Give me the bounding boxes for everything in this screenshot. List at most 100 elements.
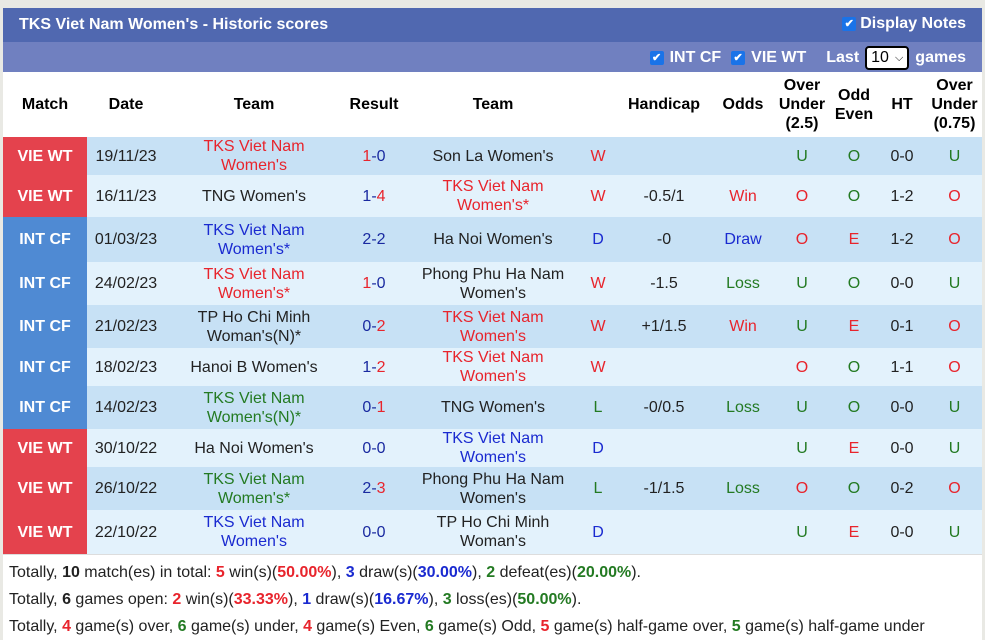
result-wdl: L (581, 467, 615, 510)
int-cf-checkbox[interactable]: ✔ (649, 51, 664, 65)
summary-line-ou: Totally, 4 game(s) over, 6 game(s) under… (9, 613, 982, 640)
text: Totally, (9, 591, 63, 608)
half-time-score: 0-0 (877, 137, 927, 175)
handicap (615, 510, 713, 554)
match-badge[interactable]: VIE WT (3, 175, 87, 217)
over-under-2-5: U (773, 386, 831, 429)
half-time-score: 0-1 (877, 305, 927, 348)
result-wdl: L (581, 386, 615, 429)
home-team[interactable]: TKS Viet Nam Women's (165, 510, 343, 554)
text: ). (631, 564, 641, 581)
home-team[interactable]: Ha Noi Women's (165, 429, 343, 467)
score-home: 2 (362, 480, 372, 497)
over-under-2-5: O (773, 348, 831, 386)
score-away: 0 (376, 439, 386, 457)
handicap (615, 137, 713, 175)
away-team[interactable]: TP Ho Chi Minh Woman's (405, 510, 581, 554)
oe-line1: Odd (838, 86, 870, 104)
result-wdl: W (581, 137, 615, 175)
result-score[interactable]: 0-0 (343, 510, 405, 554)
over-count: 4 (62, 618, 71, 635)
last-label: Last (826, 49, 860, 66)
odds-result: Loss (713, 262, 773, 305)
over-under-2-5: U (773, 429, 831, 467)
away-team[interactable]: Son La Women's (405, 137, 581, 175)
handicap (615, 348, 713, 386)
result-score[interactable]: 0-0 (343, 429, 405, 467)
home-team[interactable]: TKS Viet Nam Women's* (165, 262, 343, 305)
handicap: -0.5/1 (615, 175, 713, 217)
open-draws-count: 1 (302, 591, 312, 608)
odds-result (713, 137, 773, 175)
match-badge[interactable]: VIE WT (3, 137, 87, 175)
match-badge[interactable]: VIE WT (3, 429, 87, 467)
odds-result: Draw (713, 217, 773, 262)
match-badge[interactable]: INT CF (3, 305, 87, 348)
away-team[interactable]: TKS Viet Nam Women's (405, 429, 581, 467)
home-team[interactable]: Hanoi B Women's (165, 348, 343, 386)
result-score[interactable]: 1-0 (343, 262, 405, 305)
text: game(s) Odd, (433, 618, 541, 635)
score-away: 2 (376, 318, 386, 335)
half-time-score: 0-0 (877, 386, 927, 429)
home-team[interactable]: TP Ho Chi Minh Woman's(N)* (165, 305, 343, 348)
odd-even: O (831, 348, 877, 386)
open-draws-pct: 16.67% (374, 591, 429, 608)
match-badge[interactable]: VIE WT (3, 510, 87, 554)
away-team[interactable]: Phong Phu Ha Nam Women's (405, 262, 581, 305)
text: draw(s)( (311, 591, 375, 608)
result-wdl: W (581, 175, 615, 217)
away-team[interactable]: Phong Phu Ha Nam Women's (405, 467, 581, 510)
score-away: 2 (376, 231, 386, 248)
score-away: 0 (376, 147, 386, 165)
ou2-line1: Over (936, 77, 973, 94)
chevron-down-icon: ⌵ (894, 52, 904, 64)
away-team[interactable]: TKS Viet Nam Women's (405, 348, 581, 386)
away-team[interactable]: TNG Women's (405, 386, 581, 429)
away-team[interactable]: TKS Viet Nam Women's (405, 305, 581, 348)
scores-table: Match Date Team Result Team Handicap Odd… (3, 72, 982, 554)
score-away: 4 (376, 187, 386, 205)
away-team[interactable]: Ha Noi Women's (405, 217, 581, 262)
result-score[interactable]: 0-1 (343, 386, 405, 429)
text: games open: (70, 591, 173, 608)
match-date: 24/02/23 (87, 262, 165, 305)
last-games-select[interactable]: 10 ⌵ (865, 46, 910, 70)
panel-title: TKS Viet Nam Women's - Historic scores (19, 16, 329, 33)
half-time-score: 0-0 (877, 510, 927, 554)
away-team[interactable]: TKS Viet Nam Women's* (405, 175, 581, 217)
odd-count: 6 (424, 618, 434, 635)
odd-even: O (831, 175, 877, 217)
half-game-over-count: 5 (540, 618, 550, 635)
result-score[interactable]: 2-3 (343, 467, 405, 510)
col-team-home: Team (165, 72, 343, 137)
match-badge[interactable]: INT CF (3, 386, 87, 429)
home-team[interactable]: TKS Viet Nam Women's* (165, 217, 343, 262)
odds-result: Loss (713, 467, 773, 510)
odds-result: Win (713, 305, 773, 348)
match-badge[interactable]: VIE WT (3, 467, 87, 510)
result-score[interactable]: 1-2 (343, 348, 405, 386)
games-open-count: 6 (62, 591, 71, 608)
open-wins-pct: 33.33% (233, 591, 288, 608)
home-team[interactable]: TKS Viet Nam Women's* (165, 467, 343, 510)
match-badge[interactable]: INT CF (3, 348, 87, 386)
result-score[interactable]: 1-0 (343, 137, 405, 175)
oe-line2: Even (834, 105, 874, 123)
home-team[interactable]: TKS Viet Nam Women's (165, 137, 343, 175)
vie-wt-checkbox[interactable]: ✔ (731, 51, 746, 65)
home-team[interactable]: TNG Women's (165, 175, 343, 217)
display-notes-toggle[interactable]: ✔ Display Notes (842, 15, 966, 33)
display-notes-checkbox[interactable]: ✔ (842, 17, 857, 31)
odd-even: E (831, 510, 877, 554)
home-team[interactable]: TKS Viet Nam Women's(N)* (165, 386, 343, 429)
result-score[interactable]: 0-2 (343, 305, 405, 348)
col-handicap: Handicap (615, 72, 713, 137)
match-date: 18/02/23 (87, 348, 165, 386)
result-score[interactable]: 1-4 (343, 175, 405, 217)
text: game(s) over, (70, 618, 178, 635)
match-badge[interactable]: INT CF (3, 217, 87, 262)
over-under-2-5: O (773, 467, 831, 510)
match-badge[interactable]: INT CF (3, 262, 87, 305)
result-score[interactable]: 2-2 (343, 217, 405, 262)
